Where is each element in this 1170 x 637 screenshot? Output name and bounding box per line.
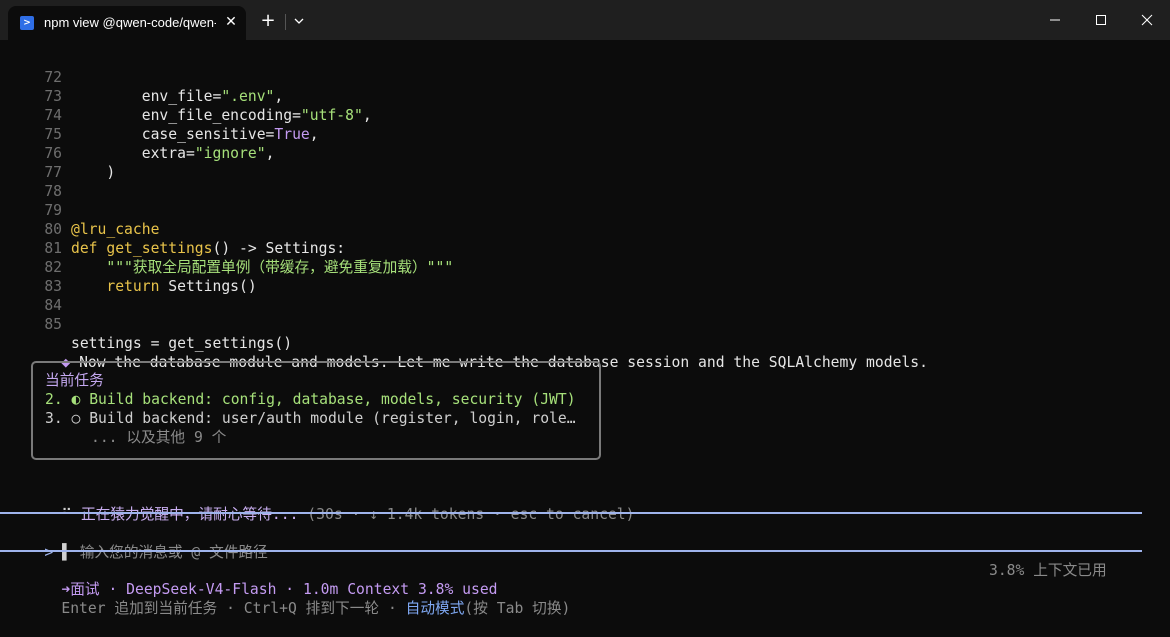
input-placeholder: 输入您的消息或 @ 文件路径	[79, 544, 268, 561]
new-tab-button[interactable]: +	[256, 9, 280, 33]
divider	[285, 14, 286, 30]
progress-text: 正在猿力觉醒中，请耐心等待...	[80, 506, 299, 523]
code-text: Settings()	[159, 278, 257, 295]
progress-detail: (30s · ↓ 1.4k tokens · esc to cancel)	[307, 506, 635, 523]
boolean-literal: True	[274, 126, 310, 143]
string-literal: ".env"	[221, 88, 275, 105]
terminal-tab[interactable]: > npm view @qwen-code/qwen- ✕	[8, 6, 246, 40]
code-line: 85 settings = get_settings()	[0, 296, 292, 352]
line-number: 82	[44, 259, 62, 276]
progress-status: ⠋ 正在猿力觉醒中，请耐心等待... (30s · ↓ 1.4k tokens …	[26, 486, 634, 523]
function-name: get_settings	[106, 240, 213, 257]
punctuation: ,	[309, 126, 319, 143]
code-text: )	[106, 164, 116, 181]
docstring: """获取全局配置单例（带缓存，避免重复加载）"""	[106, 259, 454, 276]
task-item-pending: 3. ○ Build backend: user/auth module (re…	[45, 409, 576, 428]
footer-hints: Enter 追加到当前任务 · Ctrl+Q 排到下一轮 · 自动模式(按 Ta…	[26, 580, 570, 617]
terminal-pane[interactable]: 72 env_file=".env", 73 env_file_encoding…	[0, 40, 1170, 617]
code-line: 72 env_file=".env",	[0, 49, 283, 105]
tab-dropdown-button[interactable]	[289, 9, 309, 33]
line-number: 74	[44, 107, 62, 124]
code-text: () -> Settings:	[212, 240, 346, 257]
task-more: ... 以及其他 9 个	[91, 429, 227, 446]
code-line: 81 """获取全局配置单例（带缓存，避免重复加载）"""	[0, 220, 453, 276]
keyword: return	[106, 278, 160, 295]
task-box: 当前任务 2. ◐ Build backend: config, databas…	[31, 361, 601, 460]
code-line: 83	[0, 258, 62, 295]
maximize-button[interactable]	[1078, 0, 1124, 40]
string-literal: "ignore"	[194, 145, 266, 162]
task-item-active: 2. ◐ Build backend: config, database, mo…	[45, 390, 576, 409]
task-number: 3.	[45, 410, 63, 427]
footer-status: ➜面试 · DeepSeek-V4-Flash · 1.0m Context 3…	[26, 561, 497, 598]
line-number: 76	[44, 145, 62, 162]
line-number: 79	[44, 202, 62, 219]
line-number: 83	[44, 278, 62, 295]
minimize-button[interactable]	[1032, 0, 1078, 40]
tab-title: npm view @qwen-code/qwen-	[44, 15, 216, 30]
task-text: Build backend: user/auth module (registe…	[89, 410, 576, 427]
powershell-icon: >	[20, 16, 34, 30]
chevron-down-icon	[294, 18, 304, 24]
code-text: env_file=	[141, 88, 222, 105]
assistant-message: ◆ Now the database module and models. Le…	[26, 334, 928, 371]
input-bottom-border	[0, 550, 1142, 552]
minimize-icon	[1050, 19, 1060, 21]
line-number: 84	[44, 297, 62, 314]
code-line: 82 return Settings()	[0, 239, 256, 295]
maximize-icon	[1096, 15, 1106, 25]
line-number: 81	[44, 240, 62, 257]
task-text: Build backend: config, database, models,…	[89, 391, 576, 408]
code-text: case_sensitive=	[141, 126, 275, 143]
input-top-border	[0, 512, 1142, 514]
punctuation: ,	[274, 88, 284, 105]
title-bar: > npm view @qwen-code/qwen- ✕ +	[0, 0, 1170, 40]
code-line: 84	[0, 277, 62, 314]
code-line: 79 @lru_cache	[0, 182, 159, 238]
text-cursor: ▌	[62, 544, 71, 561]
code-line: 76 )	[0, 125, 115, 181]
line-number: 77	[44, 164, 62, 181]
string-literal: "utf-8"	[300, 107, 363, 124]
line-number: 75	[44, 126, 62, 143]
code-line: 75 extra="ignore",	[0, 106, 274, 162]
code-line: 73 env_file_encoding="utf-8",	[0, 68, 371, 124]
code-line: 80 def get_settings() -> Settings:	[0, 201, 345, 257]
line-number: 72	[44, 69, 62, 86]
decorator: @lru_cache	[71, 221, 160, 238]
line-number: 80	[44, 221, 62, 238]
context-usage: 3.8% 上下文已用	[989, 562, 1107, 579]
keyword: def	[71, 240, 98, 257]
code-text: env_file_encoding=	[141, 107, 301, 124]
spinner-icon: ⠋	[61, 506, 73, 523]
code-line: 74 case_sensitive=True,	[0, 87, 318, 143]
punctuation: ,	[265, 145, 275, 162]
line-number: 78	[44, 183, 62, 200]
code-text: extra=	[141, 145, 195, 162]
line-number: 73	[44, 88, 62, 105]
line-number: 85	[44, 316, 62, 333]
code-line: 77	[0, 144, 62, 181]
task-box-title: 当前任务	[45, 372, 104, 389]
message-input[interactable]: > ▌ 输入您的消息或 @ 文件路径	[9, 524, 267, 561]
close-window-button[interactable]	[1124, 0, 1170, 40]
task-number: 2.	[45, 391, 63, 408]
close-tab-icon[interactable]: ✕	[222, 12, 240, 32]
punctuation: ,	[362, 107, 372, 124]
prompt-icon: >	[44, 544, 54, 561]
close-icon	[1141, 14, 1153, 26]
code-line: 78	[0, 163, 62, 200]
